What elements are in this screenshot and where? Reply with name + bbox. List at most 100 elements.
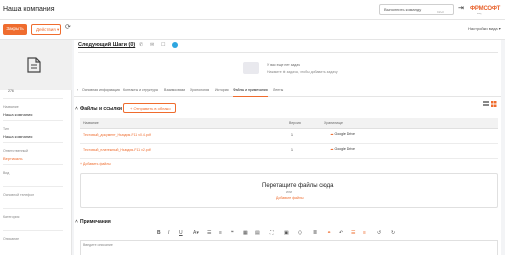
file-storage: ☁ Google Drive <box>330 132 355 137</box>
grid-icon[interactable]: ▤ <box>255 231 260 236</box>
chevron-left-icon[interactable]: ‹ <box>77 88 78 93</box>
toolbar <box>0 20 505 40</box>
view-settings-button[interactable]: Настройки вида ▾ <box>468 27 501 31</box>
exit-icon[interactable]: ⇥ <box>458 5 466 15</box>
fullscreen-icon[interactable]: ⛶ <box>270 231 274 236</box>
field-label-type: Тип <box>3 127 9 131</box>
refresh-icon[interactable]: ⟳ <box>65 24 75 35</box>
divider <box>78 52 498 53</box>
empty-tasks-title: У вас еще нет задач <box>267 63 301 67</box>
undo-icon[interactable]: ↶ <box>339 231 343 236</box>
italic-icon[interactable]: I <box>168 231 169 236</box>
font-color-icon[interactable]: A▾ <box>193 231 199 236</box>
upload-label: Отправить в облако <box>133 106 171 111</box>
storage-label: Google Drive <box>334 147 355 151</box>
empty-tasks-text: Нажмите ⊕ задача, чтобы добавить задачу <box>267 70 338 74</box>
field-label-phone: Основной телефон <box>3 193 35 197</box>
undo-icon[interactable]: ↺ <box>377 231 381 236</box>
field-label-kind: Вид <box>3 171 10 175</box>
tab-history[interactable]: История <box>215 88 229 93</box>
link-icon[interactable]: ⚭ <box>327 231 331 236</box>
collapse-icon[interactable]: ˄ <box>75 107 78 112</box>
file-version: 1 <box>291 148 293 152</box>
document-icon <box>27 57 41 73</box>
cloud-icon: ☁ <box>330 147 334 151</box>
view-settings-label: Настройки вида <box>468 26 498 31</box>
align-icon[interactable]: ≣ <box>313 231 317 236</box>
file-name-link[interactable]: Тестовый_платежный_Ньюдия-F11 v2.pdf <box>83 148 151 153</box>
column-header-storage: Хранилище <box>324 121 343 125</box>
command-shortcut-hint: Ctrl+K <box>437 11 445 14</box>
column-header-version: Версия <box>289 121 301 125</box>
collapse-icon[interactable]: ˄ <box>75 220 78 225</box>
image-icon[interactable]: ▣ <box>284 231 289 236</box>
plus-icon: + <box>130 106 133 111</box>
field-label-name: Название <box>3 105 19 109</box>
underline-icon[interactable]: U <box>179 231 183 236</box>
drop-zone-or: или <box>286 190 292 194</box>
divider <box>3 208 63 209</box>
quote-icon[interactable]: ❝ <box>231 231 234 236</box>
bold-icon[interactable]: B <box>157 231 161 236</box>
view-toggle-icons[interactable] <box>483 101 497 108</box>
divider <box>3 164 63 165</box>
file-version: 1 <box>291 133 293 137</box>
chevron-down-icon: ▾ <box>498 26 501 31</box>
field-label-category: Категория <box>3 215 20 219</box>
chevron-down-icon: ▾ <box>56 27 60 32</box>
bullet-list-icon[interactable]: ☰ <box>207 231 211 236</box>
notes-editor[interactable] <box>80 240 498 255</box>
table-icon[interactable]: ▦ <box>243 231 248 236</box>
field-value-name[interactable]: Наша компания <box>3 113 32 117</box>
upload-to-cloud-button[interactable]: + Отправить в облако <box>123 103 176 113</box>
file-storage: ☁ Google Drive <box>330 147 355 152</box>
logo: ФРМСОФТ <box>470 6 501 12</box>
next-steps-link[interactable]: Следующий Шаги (0) <box>78 42 135 49</box>
numbered-list-icon[interactable]: ≡ <box>219 231 222 236</box>
tab-files-notes[interactable]: Файлы и примечания <box>233 88 268 97</box>
actions-label: Действия <box>36 27 56 32</box>
files-section-title: Файлы и ссылки <box>80 106 123 112</box>
align-center-icon[interactable]: ≡ <box>363 231 366 236</box>
tab-main-info[interactable]: Основная информация <box>82 88 120 93</box>
phone-icon[interactable]: ✆ <box>139 43 146 50</box>
document-id: 276 <box>8 89 14 93</box>
empty-tasks-icon <box>243 62 259 74</box>
divider <box>3 230 63 231</box>
divider <box>3 142 63 143</box>
actions-button[interactable]: Действия ▾ <box>31 24 61 35</box>
logo-subtitle: вход <box>477 13 482 15</box>
mail-icon[interactable]: ✉ <box>150 43 157 50</box>
cloud-icon: ☁ <box>330 132 334 136</box>
field-value-responsible[interactable]: Вертикаль <box>3 157 23 161</box>
divider <box>3 186 63 187</box>
close-button[interactable]: Закрыть <box>3 24 27 35</box>
tab-feeds[interactable]: Ленты <box>273 88 283 93</box>
column-header-name: Название <box>83 121 99 125</box>
link-icon[interactable]: ⚲ <box>128 43 135 50</box>
chat-icon[interactable]: ☐ <box>161 43 168 50</box>
storage-label: Google Drive <box>334 132 355 136</box>
page-title: Наша компания <box>3 6 55 13</box>
code-icon[interactable]: ⟨⟩ <box>298 231 302 236</box>
divider <box>3 120 63 121</box>
file-name-link[interactable]: Тестовый_документ_Ньюдия-F11 v0.4.pdf <box>83 133 151 138</box>
files-table: Название Версия Хранилище Тестовый_докум… <box>80 118 498 159</box>
notes-section-title: Примечания <box>80 219 111 225</box>
field-value-type[interactable]: Наша компания <box>3 135 32 139</box>
field-label-responsible: Ответственный <box>3 149 28 153</box>
table-row[interactable]: Тестовый_документ_Ньюдия-F11 v0.4.pdf 1 … <box>80 129 498 144</box>
add-files-link[interactable]: + Добавить файлы <box>80 162 111 167</box>
telegram-icon[interactable] <box>172 42 178 48</box>
tab-contacts[interactable]: Контакты и структура <box>123 88 158 93</box>
tab-relations[interactable]: Взаимосвязи <box>164 88 185 93</box>
table-row[interactable]: Тестовый_платежный_Ньюдия-F11 v2.pdf 1 ☁… <box>80 144 498 159</box>
tab-chronology[interactable]: Хронология <box>190 88 209 93</box>
notes-placeholder: Введите описание <box>83 243 113 247</box>
redo-icon[interactable]: ↻ <box>391 231 395 236</box>
divider <box>3 98 63 99</box>
align-left-icon[interactable]: ☰ <box>351 231 355 236</box>
drop-zone-add-link[interactable]: Добавьте файлы <box>276 196 303 201</box>
field-label-description: Описание <box>3 237 20 241</box>
drop-zone-title: Перетащите файлы сюда <box>262 183 334 189</box>
